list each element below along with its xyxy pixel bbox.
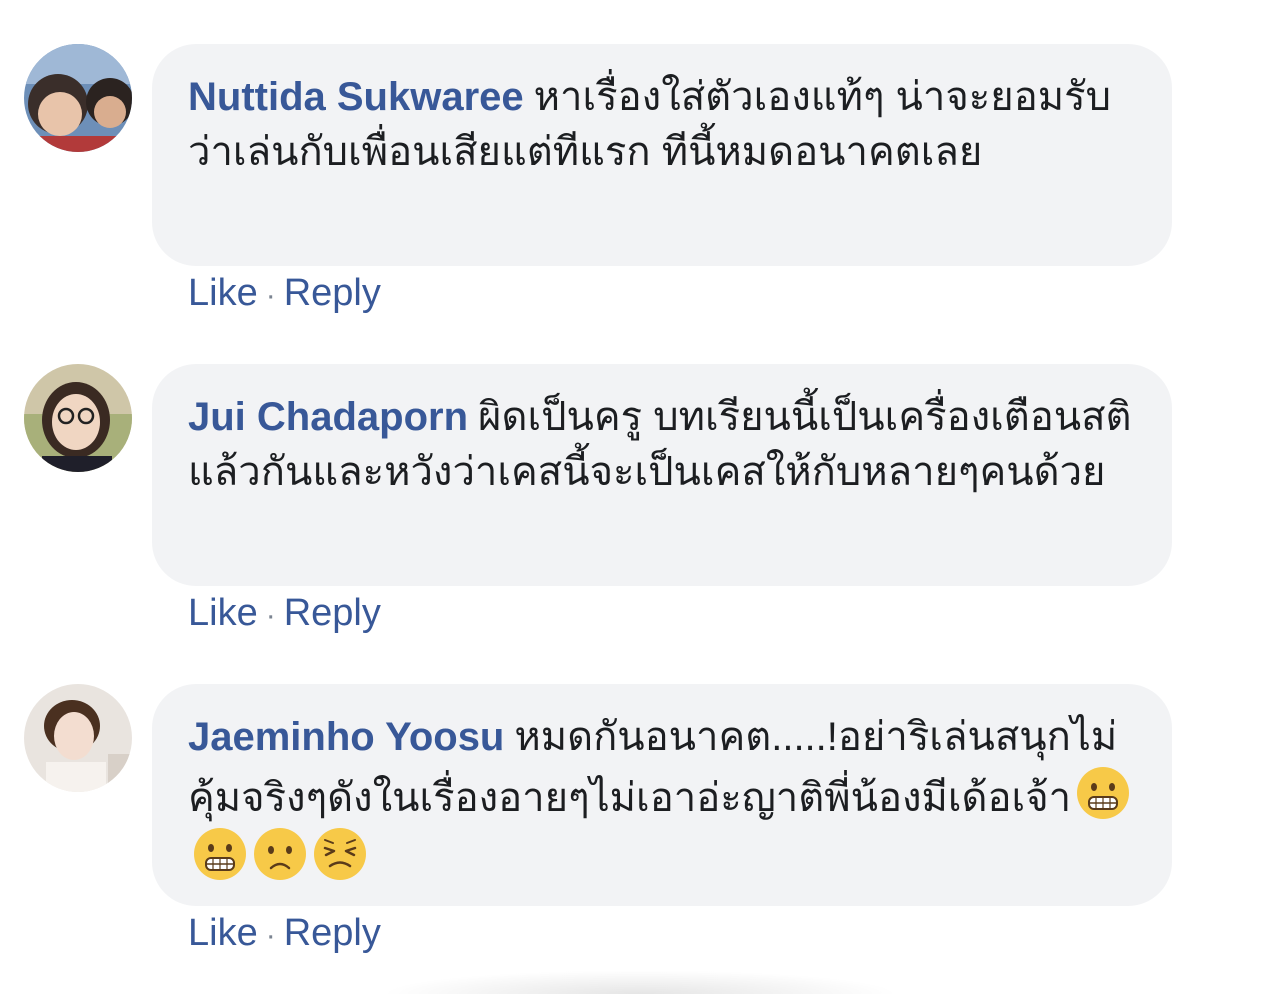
reply-link[interactable]: Reply [284, 912, 381, 954]
action-separator: · [265, 599, 276, 632]
comment-author[interactable]: Jaeminho Yoosu [188, 715, 504, 759]
comment-actions: Like · Reply [188, 272, 381, 315]
frowning-face-icon [252, 826, 308, 882]
like-link[interactable]: Like [188, 912, 258, 954]
tired-face-icon [312, 826, 368, 882]
reply-link[interactable]: Reply [284, 592, 381, 634]
avatar[interactable] [24, 364, 132, 472]
action-separator: · [265, 919, 276, 952]
comment-thread: Nuttida Sukwaree หาเรื่องใส่ตัวเองแท้ๆ น่… [0, 0, 1280, 994]
comment-actions: Like · Reply [188, 912, 381, 955]
reply-link[interactable]: Reply [284, 272, 381, 314]
grimacing-face-icon [192, 826, 248, 882]
comment-actions: Like · Reply [188, 592, 381, 635]
like-link[interactable]: Like [188, 592, 258, 634]
comment-bubble: Jaeminho Yoosu หมดกันอนาคต.....!อย่าริเล่… [152, 684, 1172, 906]
like-link[interactable]: Like [188, 272, 258, 314]
grimacing-face-icon [1075, 765, 1131, 821]
bottom-shadow [380, 970, 900, 994]
avatar[interactable] [24, 44, 132, 152]
comment-bubble: Nuttida Sukwaree หาเรื่องใส่ตัวเองแท้ๆ น่… [152, 44, 1172, 266]
avatar[interactable] [24, 684, 132, 792]
action-separator: · [265, 279, 276, 312]
comment-bubble: Jui Chadaporn ผิดเป็นครู บทเรียนนี้เป็นเค… [152, 364, 1172, 586]
comment-author[interactable]: Jui Chadaporn [188, 395, 468, 439]
comment-author[interactable]: Nuttida Sukwaree [188, 75, 524, 119]
